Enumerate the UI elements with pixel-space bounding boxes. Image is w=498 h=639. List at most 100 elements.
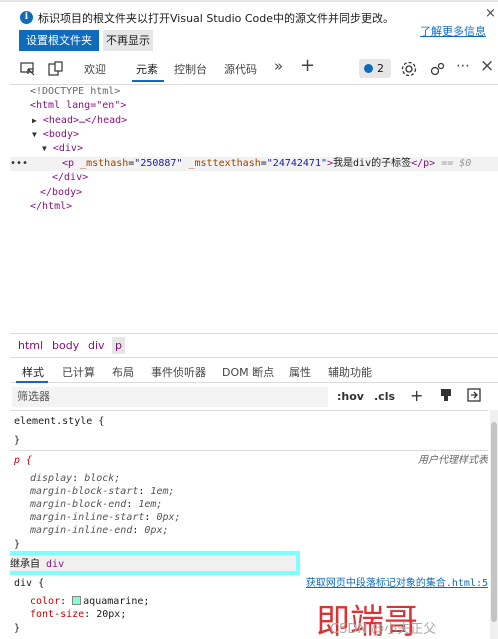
breadcrumb-html[interactable]: html bbox=[18, 339, 43, 352]
info-banner: i 标识项目的根文件夹以打开Visual Studio Code中的源文件并同步… bbox=[10, 2, 498, 52]
inherited-from-link[interactable]: div bbox=[46, 559, 64, 570]
add-tab-icon[interactable]: + bbox=[300, 55, 315, 76]
property-value: 20px; bbox=[96, 609, 127, 620]
hover-state-toggle[interactable]: :hov bbox=[337, 390, 364, 403]
tab-dom-breakpoints[interactable]: DOM 断点 bbox=[222, 364, 274, 380]
div-node[interactable]: ▼ <div> bbox=[42, 142, 83, 156]
settings-gear-icon[interactable] bbox=[399, 59, 419, 79]
inspect-element-icon[interactable] bbox=[18, 59, 38, 79]
css-declaration[interactable]: font-size: 20px; bbox=[30, 608, 126, 622]
css-declaration[interactable]: color: aquamarine; bbox=[30, 595, 149, 609]
body-node[interactable]: ▼ <body> bbox=[32, 128, 79, 142]
tab-layout[interactable]: 布局 bbox=[112, 364, 134, 380]
property-name: font-size bbox=[30, 609, 85, 620]
element-style-selector[interactable]: element.style { bbox=[14, 415, 104, 429]
filter-input[interactable] bbox=[12, 387, 328, 407]
breadcrumb-p[interactable]: p bbox=[112, 337, 125, 354]
property-value: 1em; bbox=[150, 486, 175, 497]
html-close-node[interactable]: </html> bbox=[30, 200, 72, 214]
tab-console[interactable]: 控制台 bbox=[174, 61, 207, 77]
attr-value: "24742471" bbox=[266, 158, 327, 169]
ua-selector[interactable]: p { bbox=[14, 454, 32, 468]
active-tab-indicator bbox=[132, 80, 164, 82]
toggle-sidebar-icon[interactable] bbox=[466, 387, 486, 407]
inherited-text: 继承自 bbox=[10, 559, 40, 570]
tab-event-listeners[interactable]: 事件侦听器 bbox=[151, 364, 206, 380]
collapse-triangle-icon[interactable]: ▼ bbox=[32, 130, 37, 139]
node-actions-icon[interactable]: ••• bbox=[10, 157, 28, 171]
property-name: margin-block-start bbox=[30, 486, 139, 497]
color-format-icon[interactable] bbox=[438, 387, 458, 407]
property-value: 0px; bbox=[156, 512, 181, 523]
learn-more-link[interactable]: 了解更多信息 bbox=[420, 23, 486, 39]
doctype-node[interactable]: <!DOCTYPE html> bbox=[30, 85, 120, 99]
div-selector[interactable]: div { bbox=[14, 577, 44, 591]
div-tag: <div> bbox=[52, 143, 83, 154]
info-icon: i bbox=[20, 11, 33, 24]
property-value: 0px; bbox=[144, 525, 169, 536]
ua-origin: 用户代理样式表 bbox=[418, 455, 488, 466]
property-name: margin-block-end bbox=[30, 499, 127, 510]
p-tag: p bbox=[68, 158, 75, 169]
tab-properties[interactable]: 属性 bbox=[289, 364, 311, 380]
styles-filter-bar: :hov .cls + bbox=[10, 384, 498, 410]
banner-message: 标识项目的根文件夹以打开Visual Studio Code中的源文件并同步更改… bbox=[38, 12, 395, 25]
dom-tree: <!DOCTYPE html> <html lang="en"> ▶ <head… bbox=[10, 85, 498, 333]
attr-value: "250887" bbox=[134, 158, 183, 169]
color-swatch[interactable] bbox=[72, 596, 82, 605]
body-close-node[interactable]: </body> bbox=[40, 186, 82, 200]
class-toggle[interactable]: .cls bbox=[374, 390, 395, 403]
tab-elements[interactable]: 元素 bbox=[136, 61, 158, 77]
tab-welcome[interactable]: 欢迎 bbox=[84, 61, 106, 77]
customize-icon[interactable] bbox=[428, 59, 448, 79]
issues-badge[interactable]: 2 bbox=[359, 59, 391, 78]
more-tabs-icon[interactable]: » bbox=[274, 57, 283, 75]
breadcrumb-div[interactable]: div bbox=[88, 339, 105, 352]
property-name: margin-inline-end bbox=[30, 525, 133, 536]
more-menu-icon[interactable]: ⋯ bbox=[456, 58, 470, 74]
active-tab-indicator bbox=[16, 381, 48, 383]
attr-name: _msthash bbox=[80, 158, 129, 169]
property-value: 1em; bbox=[138, 499, 163, 510]
div-close-node[interactable]: </div> bbox=[52, 171, 88, 185]
scrollbar-thumb[interactable] bbox=[491, 422, 497, 622]
p-text: 我是div的子标签 bbox=[333, 158, 412, 169]
p-node[interactable]: <p _msthash="250887" _msttexthash="24742… bbox=[62, 157, 471, 171]
p-close-tag: </p> bbox=[411, 158, 436, 169]
css-declaration[interactable]: margin-inline-end: 0px; bbox=[30, 524, 169, 538]
property-name: margin-inline-start bbox=[30, 512, 145, 523]
body-tag: <body> bbox=[42, 129, 79, 140]
element-style-close: } bbox=[14, 435, 21, 446]
html-node[interactable]: <html lang="en"> bbox=[30, 99, 126, 113]
attr-name: _msttexthash bbox=[188, 158, 261, 169]
source-file-link[interactable]: 获取网页中段落标记对象的集合.html:5 bbox=[306, 577, 488, 591]
issues-count: 2 bbox=[377, 62, 384, 75]
close-devtools-icon[interactable]: × bbox=[480, 56, 494, 76]
close-banner-icon[interactable]: × bbox=[485, 6, 496, 21]
css-declaration[interactable]: margin-block-end: 1em; bbox=[30, 498, 162, 512]
css-declaration[interactable]: margin-block-start: 1em; bbox=[30, 485, 175, 499]
selected-marker: == $0 bbox=[441, 158, 472, 169]
css-declaration[interactable]: margin-inline-start: 0px; bbox=[30, 511, 181, 525]
expand-triangle-icon[interactable]: ▶ bbox=[32, 116, 37, 125]
ua-rule-close: } bbox=[14, 539, 21, 550]
tab-sources[interactable]: 源代码 bbox=[224, 61, 257, 77]
new-rule-icon[interactable]: + bbox=[410, 386, 423, 405]
collapse-triangle-icon[interactable]: ▼ bbox=[42, 144, 47, 153]
inherited-label: 继承自 div bbox=[10, 558, 64, 572]
css-declaration[interactable]: display: block; bbox=[30, 472, 120, 486]
tab-styles[interactable]: 样式 bbox=[22, 364, 44, 380]
styles-tabs: 样式 已计算 布局 事件侦听器 DOM 断点 属性 辅助功能 bbox=[10, 357, 498, 383]
tab-accessibility[interactable]: 辅助功能 bbox=[328, 364, 372, 380]
head-tag: <head>…</head> bbox=[42, 115, 128, 126]
tab-computed[interactable]: 已计算 bbox=[62, 364, 95, 380]
issues-icon bbox=[364, 64, 373, 73]
breadcrumb-body[interactable]: body bbox=[52, 339, 79, 352]
device-emulation-icon[interactable] bbox=[46, 59, 66, 79]
set-root-folder-button[interactable]: 设置根文件夹 bbox=[19, 30, 99, 51]
styles-scrollbar[interactable] bbox=[490, 410, 498, 639]
inherited-from-header: 继承自 div bbox=[10, 551, 300, 575]
property-value: aquamarine; bbox=[83, 596, 150, 607]
dont-show-again-button[interactable]: 不再显示 bbox=[103, 30, 153, 51]
head-node[interactable]: ▶ <head>…</head> bbox=[32, 114, 127, 128]
